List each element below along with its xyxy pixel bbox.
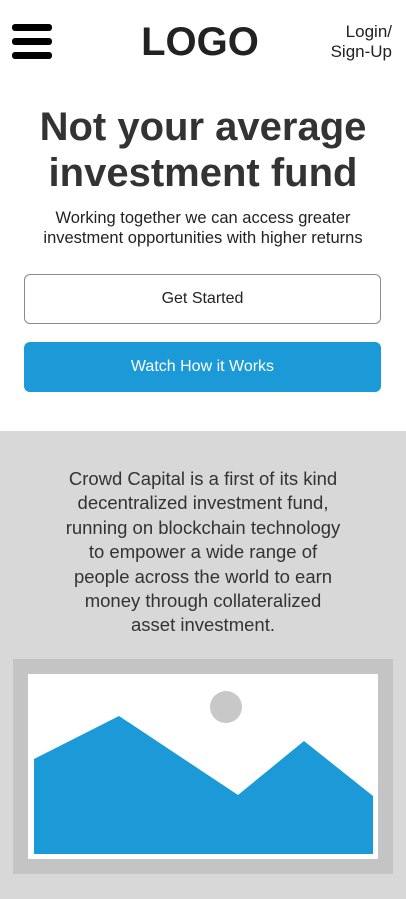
sun-shape <box>210 691 242 723</box>
login-label[interactable]: Login/ <box>312 22 392 42</box>
menu-bar <box>12 52 52 59</box>
hero-subtitle: Working together we can access greater i… <box>10 208 396 248</box>
hamburger-menu-icon[interactable] <box>12 24 52 60</box>
page: LOGO Login/ Sign-Up Not your average inv… <box>0 0 406 899</box>
hero-subtitle-line: Working together we can access greater <box>55 209 351 227</box>
watch-how-it-works-button[interactable]: Watch How it Works <box>24 342 381 392</box>
about-line: to empower a wide range of <box>88 541 318 563</box>
about-description: Crowd Capital is a first of its kind dec… <box>20 467 386 638</box>
hero-title: Not your average investment fund <box>0 104 406 196</box>
about-line: asset investment. <box>131 614 275 636</box>
hero-title-line: Not your average <box>39 105 367 149</box>
about-line: Crowd Capital is a first of its kind <box>68 468 338 489</box>
get-started-button[interactable]: Get Started <box>24 274 381 324</box>
header: LOGO Login/ Sign-Up <box>0 0 406 90</box>
about-line: money through collateralized <box>84 590 322 612</box>
mountain-shape <box>34 716 373 854</box>
hero-subtitle-line: investment opportunities with higher ret… <box>43 229 363 247</box>
about-section: Crowd Capital is a first of its kind dec… <box>0 431 406 899</box>
hero-title-line: investment fund <box>48 151 358 195</box>
about-line: people across the world to earn <box>73 565 333 587</box>
image-placeholder <box>13 659 393 874</box>
about-line: decentralized investment fund, <box>77 492 329 514</box>
image-placeholder-icon <box>28 674 378 859</box>
about-line: running on blockchain technology <box>65 516 341 538</box>
logo[interactable]: LOGO <box>120 18 280 66</box>
menu-bar <box>12 24 52 31</box>
signup-label[interactable]: Sign-Up <box>312 42 392 62</box>
image-placeholder-graphic <box>34 691 373 854</box>
login-signup-link[interactable]: Login/ Sign-Up <box>312 22 392 62</box>
menu-bar <box>12 38 52 45</box>
